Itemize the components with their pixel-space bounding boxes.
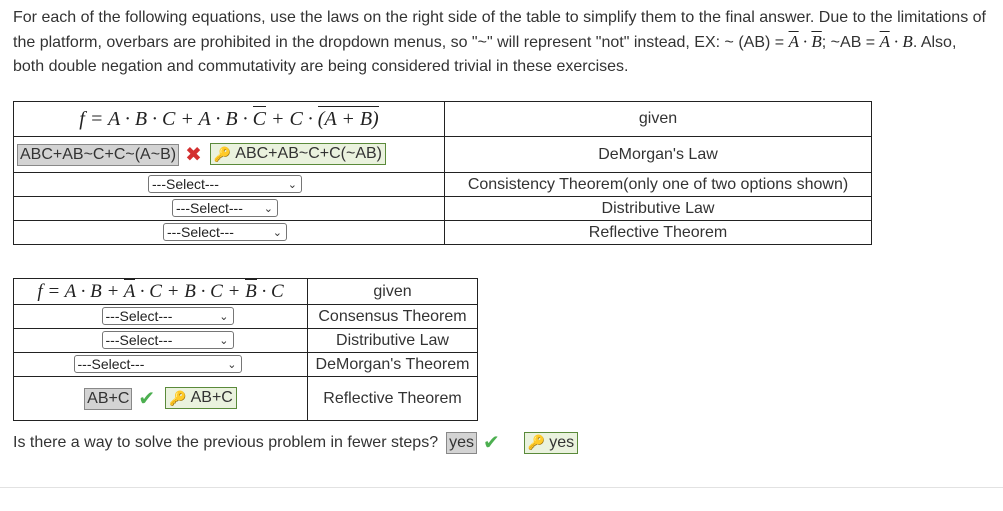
divider <box>0 487 1003 488</box>
math-a-bar: A <box>879 32 890 51</box>
select-cell: ---Select--- ⌄ <box>13 352 308 377</box>
step-select[interactable]: ---Select--- ⌄ <box>148 175 302 194</box>
student-answer: AB+C <box>84 387 133 410</box>
given-formula-cell: f = A · B + A · C + B · C + B · C <box>13 278 308 305</box>
step-select[interactable]: ---Select--- ⌄ <box>73 355 242 374</box>
instructions-text-2: ; ~AB = <box>821 34 880 51</box>
chevron-down-icon: ⌄ <box>219 334 229 347</box>
key-icon: 🔑 <box>213 145 232 162</box>
law-label: Reflective Theorem <box>307 376 478 421</box>
answer-cell: ABC+AB~C+C~(A~B) ✖ 🔑 ABC+AB~C+C(~AB) <box>13 136 445 173</box>
law-label: Reflective Theorem <box>444 220 872 245</box>
correct-answer: 🔑 ABC+AB~C+C(~AB) <box>209 143 387 166</box>
chevron-down-icon: ⌄ <box>287 178 297 191</box>
law-label: Distributive Law <box>444 196 872 221</box>
correct-answer: 🔑 AB+C <box>165 387 237 410</box>
student-answer: ABC+AB~C+C~(A~B) <box>17 143 180 166</box>
math-a-bar: A <box>788 32 799 51</box>
select-cell: ---Select--- ⌄ <box>13 172 445 197</box>
simplification-table-1: f = A · B · C + A · B · C + C · (A + B) … <box>13 101 872 245</box>
key-icon: 🔑 <box>169 389 187 406</box>
given-formula-cell: f = A · B · C + A · B · C + C · (A + B) <box>13 101 445 137</box>
law-label: Consistency Theorem(only one of two opti… <box>444 172 872 197</box>
law-label: Distributive Law <box>307 328 478 353</box>
law-label: DeMorgan's Theorem <box>307 352 478 377</box>
step-select[interactable]: ---Select--- ⌄ <box>101 307 234 326</box>
math-b-bar: B <box>811 32 822 51</box>
select-cell: ---Select--- ⌄ <box>13 328 308 353</box>
select-cell: ---Select--- ⌄ <box>13 196 445 221</box>
math-dot-b: · B <box>889 32 913 51</box>
step-select[interactable]: ---Select--- ⌄ <box>172 199 278 218</box>
law-label: given <box>444 101 872 137</box>
math-dot: · <box>798 32 812 51</box>
correct-answer-text: AB+C <box>190 389 233 407</box>
law-label: DeMorgan's Law <box>444 136 872 173</box>
student-answer: yes <box>446 431 478 454</box>
question-text: Is there a way to solve the previous pro… <box>13 433 439 451</box>
given-formula: f = A · B + A · C + B · C + B · C <box>37 278 284 302</box>
simplification-table-2: f = A · B + A · C + B · C + B · C given … <box>13 278 478 421</box>
key-icon: 🔑 <box>527 434 546 450</box>
chevron-down-icon: ⌄ <box>227 358 237 371</box>
given-formula: f = A · B · C + A · B · C + C · (A + B) <box>79 105 379 130</box>
correct-answer-text: yes <box>549 433 575 451</box>
instructions: For each of the following equations, use… <box>13 6 988 79</box>
x-icon: ✖ <box>185 144 202 166</box>
answer-cell: AB+C ✔ 🔑 AB+C <box>13 376 308 421</box>
step-select[interactable]: ---Select--- ⌄ <box>163 223 287 242</box>
law-label: given <box>307 278 478 305</box>
chevron-down-icon: ⌄ <box>219 310 229 323</box>
law-label: Consensus Theorem <box>307 304 478 329</box>
select-cell: ---Select--- ⌄ <box>13 304 308 329</box>
correct-answer: 🔑 yes <box>523 431 579 454</box>
step-select[interactable]: ---Select--- ⌄ <box>101 331 234 350</box>
chevron-down-icon: ⌄ <box>263 202 273 215</box>
fewer-steps-question: Is there a way to solve the previous pro… <box>13 430 579 455</box>
check-icon: ✔ <box>138 388 156 410</box>
check-icon: ✔ <box>483 432 500 454</box>
select-cell: ---Select--- ⌄ <box>13 220 445 245</box>
correct-answer-text: ABC+AB~C+C(~AB) <box>235 145 383 163</box>
chevron-down-icon: ⌄ <box>272 226 282 239</box>
